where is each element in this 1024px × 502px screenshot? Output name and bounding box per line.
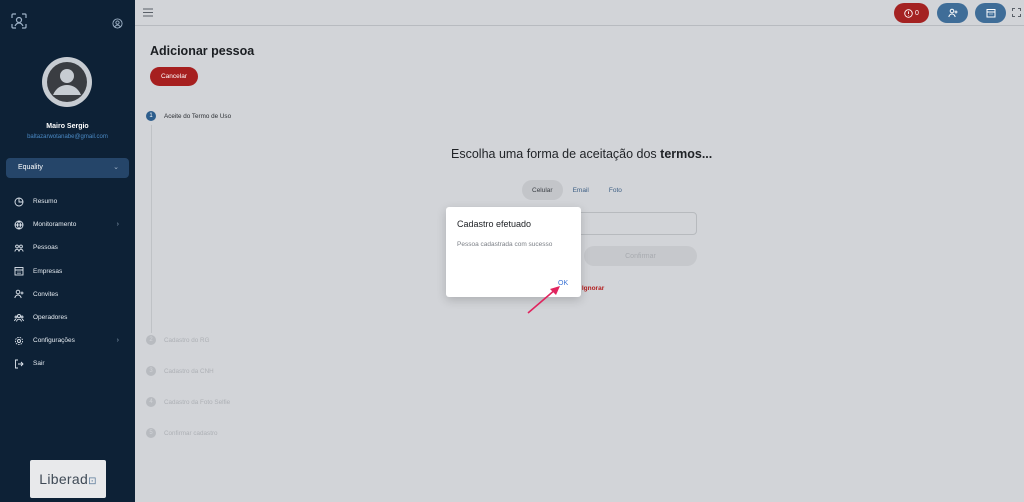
sidebar-item-convites[interactable]: Convites xyxy=(0,283,135,306)
sidebar-item-label: Sair xyxy=(33,360,45,368)
building-icon xyxy=(14,267,24,276)
sidebar-item-label: Monitoramento xyxy=(33,221,77,229)
sidebar-item-label: Empresas xyxy=(33,267,63,275)
acceptance-tabs: Celular Email Foto xyxy=(522,180,632,200)
alerts-count: 0 xyxy=(915,9,919,17)
success-dialog: Cadastro efetuado Pessoa cadastrada com … xyxy=(446,207,581,297)
step-cnh: 3 Cadastro da CNH xyxy=(146,366,214,376)
sidebar-item-pessoas[interactable]: Pessoas xyxy=(0,236,135,259)
chevron-down-icon: ⌄ xyxy=(113,164,119,171)
step-label: Confirmar cadastro xyxy=(164,429,218,437)
sidebar-header xyxy=(0,0,135,45)
alerts-button[interactable]: 0 xyxy=(894,3,929,23)
group-icon xyxy=(14,313,24,322)
hamburger-menu-icon[interactable] xyxy=(143,8,153,17)
sidebar-menu: Resumo Monitoramento › Pessoas Empresas … xyxy=(0,190,135,376)
sidebar-item-label: Convites xyxy=(33,290,59,298)
tab-foto[interactable]: Foto xyxy=(599,180,632,200)
confirm-button[interactable]: Confirmar xyxy=(584,246,697,266)
company-select-value: Equality xyxy=(18,164,43,171)
company-select[interactable]: Equality ⌄ xyxy=(6,158,129,178)
step-label: Aceite do Termo de Uso xyxy=(164,112,232,120)
step-confirmar: 5 Confirmar cadastro xyxy=(146,428,218,438)
page-title: Adicionar pessoa xyxy=(150,44,255,58)
sidebar-item-label: Resumo xyxy=(33,198,58,206)
avatar xyxy=(42,57,92,107)
companies-button[interactable] xyxy=(975,3,1006,23)
ignore-link[interactable]: Ignorar xyxy=(582,285,604,292)
stepper-line xyxy=(150,125,152,333)
globe-icon xyxy=(14,220,24,230)
user-plus-icon xyxy=(947,8,957,18)
sidebar-item-operadores[interactable]: Operadores xyxy=(0,306,135,329)
sidebar-item-sair[interactable]: Sair xyxy=(0,352,135,375)
topbar: 0 xyxy=(135,0,1024,26)
add-person-button[interactable] xyxy=(937,3,968,23)
tab-celular[interactable]: Celular xyxy=(522,180,563,200)
step-label: Cadastro da CNH xyxy=(164,367,214,375)
user-plus-icon xyxy=(14,290,24,299)
step-number: 4 xyxy=(146,397,156,407)
chevron-right-icon: › xyxy=(116,221,119,229)
acceptance-heading: Escolha uma forma de aceitação dos termo… xyxy=(451,147,712,161)
cancel-button[interactable]: Cancelar xyxy=(150,67,198,86)
chevron-right-icon: › xyxy=(116,337,119,345)
pie-chart-icon xyxy=(14,197,24,207)
dialog-message: Pessoa cadastrada com sucesso xyxy=(457,241,553,248)
step-number: 3 xyxy=(146,366,156,376)
acceptance-heading-text: Escolha uma forma de aceitação dos xyxy=(451,147,661,161)
avatar-person-icon xyxy=(47,62,87,102)
sidebar-item-label: Operadores xyxy=(33,314,68,322)
step-number: 2 xyxy=(146,335,156,345)
alert-circle-icon xyxy=(904,8,913,18)
gear-icon xyxy=(14,336,24,345)
user-email: baltazarwotanabe@gmail.com xyxy=(27,134,108,140)
user-circle-icon[interactable] xyxy=(112,18,123,29)
sidebar-item-configuracoes[interactable]: Configurações › xyxy=(0,329,135,352)
tab-email[interactable]: Email xyxy=(563,180,599,200)
step-label: Cadastro da Foto Selfie xyxy=(164,398,231,406)
step-aceite: 1 Aceite do Termo de Uso xyxy=(146,111,231,121)
step-number: 1 xyxy=(146,111,156,121)
dialog-title: Cadastro efetuado xyxy=(457,219,532,229)
sidebar-item-label: Configurações xyxy=(33,337,75,345)
user-name: Mairo Sergio xyxy=(46,123,89,130)
step-number: 5 xyxy=(146,428,156,438)
brand-logo-mark-icon: ⊡ xyxy=(88,476,97,487)
step-label: Cadastro do RG xyxy=(164,336,210,344)
sidebar-item-label: Pessoas xyxy=(33,244,58,252)
brand-logo: Liberad⊡ xyxy=(30,460,106,498)
building-icon xyxy=(986,9,995,18)
ok-button[interactable]: OK xyxy=(558,280,568,287)
people-icon xyxy=(14,244,24,252)
sidebar: Mairo Sergio baltazarwotanabe@gmail.com … xyxy=(0,0,135,502)
brand-logo-text: Liberad xyxy=(39,471,89,487)
step-rg: 2 Cadastro do RG xyxy=(146,335,210,345)
fullscreen-icon[interactable] xyxy=(1012,8,1021,17)
face-scan-logo-icon[interactable] xyxy=(11,13,27,29)
logout-icon xyxy=(15,359,24,369)
sidebar-item-empresas[interactable]: Empresas xyxy=(0,260,135,283)
sidebar-item-monitoramento[interactable]: Monitoramento › xyxy=(0,213,135,236)
acceptance-heading-bold: termos... xyxy=(660,147,713,161)
step-selfie: 4 Cadastro da Foto Selfie xyxy=(146,397,230,407)
sidebar-item-resumo[interactable]: Resumo xyxy=(0,190,135,213)
